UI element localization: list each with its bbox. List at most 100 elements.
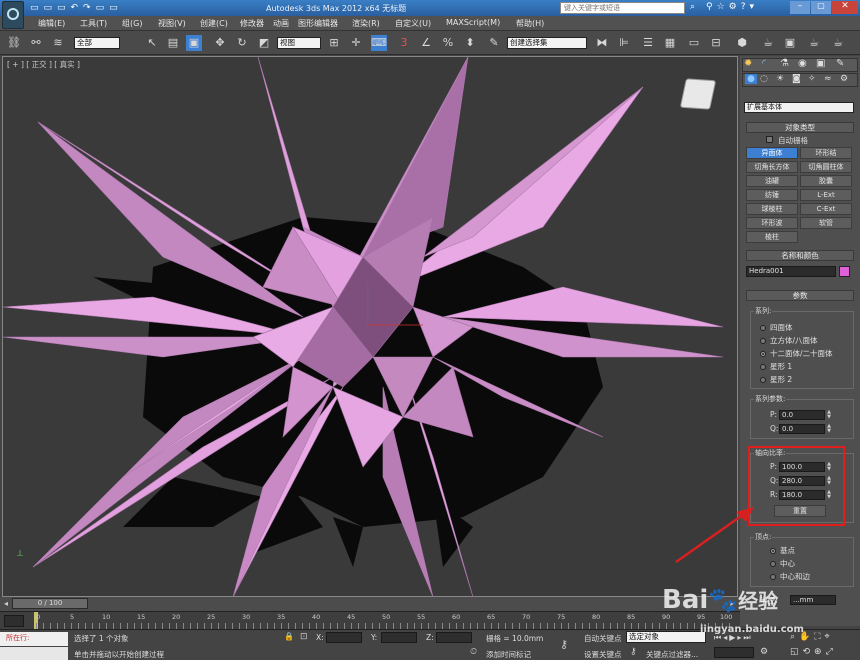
family-p-spinner[interactable]: 0.0 [779,410,825,420]
set-key-icon[interactable]: ⚷ [630,647,637,657]
graphite-icon[interactable]: ▦ [662,35,678,51]
menu-create[interactable]: 创建(C) [200,18,228,29]
link-icon[interactable]: ⛓ [6,35,22,51]
object-name-field[interactable]: Hedra001 [746,266,836,277]
menu-help[interactable]: 帮助(H) [516,18,544,29]
menu-views[interactable]: 视图(V) [158,18,186,29]
select-object-icon[interactable]: ↖ [144,35,160,51]
current-frame-field[interactable] [714,647,754,658]
help-icons[interactable]: ⚲☆⚙?▾ [706,2,758,12]
angle-snap-icon[interactable]: ∠ [418,35,434,51]
family-q-spinner[interactable]: 0.0 [779,424,825,434]
rect-selection-icon[interactable]: ▣ [186,35,202,51]
lock-icon[interactable]: 🔒 [284,632,294,641]
select-by-name-icon[interactable]: ▤ [165,35,181,51]
key-selection-combo[interactable]: 选定对象 [626,631,706,643]
track-bar-icon[interactable] [4,615,24,627]
menu-graph-editors[interactable]: 图形编辑器 [298,18,338,29]
snap-3d-icon[interactable]: 3 [396,35,412,51]
vertex-center[interactable]: 中心 [770,558,795,569]
family-cube-octa[interactable]: 立方体/八面体 [760,335,818,346]
maxscript-listener[interactable]: 所在行: [0,632,68,646]
unlink-icon[interactable]: ⚯ [28,35,44,51]
menu-maxscript[interactable]: MAXScript(M) [446,18,500,27]
viewcube-icon[interactable] [679,78,717,110]
transform-mode-icon[interactable]: ⊡ [300,632,308,642]
family-tetra[interactable]: 四面体 [760,322,793,333]
helpers-icon[interactable]: ✧ [808,74,816,84]
spacewarps-icon[interactable]: ≈ [824,74,832,84]
motion-tab-icon[interactable]: ◉ [798,58,807,69]
auto-key-button[interactable]: 自动关键点 [584,633,622,644]
menu-rendering[interactable]: 渲染(R) [352,18,380,29]
search-field[interactable]: 键入关键字或短语 [560,2,685,14]
search-icon[interactable]: ⌕ [690,2,695,12]
time-slider-track[interactable]: ◂ 0 / 100 ▸ [0,597,740,611]
lights-icon[interactable]: ☀ [776,74,784,84]
menu-animation[interactable]: 动画 [273,18,289,29]
family-star1[interactable]: 星形 1 [760,361,792,372]
spinner-arrows-icon[interactable]: ▲ ▼ [826,424,832,434]
perspective-viewport[interactable]: [ + ] [ 正交 ] [ 真实 ] ⟂ [2,56,738,597]
scale-icon[interactable]: ◩ [256,35,272,51]
render-setup-icon[interactable]: ☕ [760,35,776,51]
geometry-icon[interactable]: ● [745,74,757,84]
align-icon[interactable]: ⊫ [616,35,632,51]
family-dodec-icos[interactable]: 十二面体/二十面体 [760,348,833,359]
render-production-icon[interactable]: ☕ [806,35,822,51]
percent-snap-icon[interactable]: % [440,35,456,51]
btn-c-ext[interactable]: C-Ext [800,203,852,215]
systems-icon[interactable]: ⚙ [840,74,848,84]
autogrid-checkbox[interactable] [766,136,773,143]
time-slider-thumb[interactable]: 0 / 100 [12,598,88,609]
utilities-tab-icon[interactable]: ✎ [836,58,844,69]
move-icon[interactable]: ✥ [212,35,228,51]
btn-capsule[interactable]: 胶囊 [800,175,852,187]
keyboard-shortcut-icon[interactable]: ⌨ [371,35,387,51]
time-config-icon[interactable]: ⚙ [760,647,768,657]
z-coord-field[interactable] [436,632,472,643]
edit-named-selection-icon[interactable]: ✎ [486,35,502,51]
x-coord-field[interactable] [326,632,362,643]
close-button[interactable]: ✕ [832,1,858,14]
track-bar[interactable]: 0 5 10 15 20 25 30 35 40 45 50 55 60 65 … [0,611,740,630]
pivot-icon[interactable]: ⊞ [326,35,342,51]
key-filters-button[interactable]: 关键点过滤器... [646,649,698,660]
selection-filter-combo[interactable]: 全部 [74,37,120,49]
category-dropdown[interactable]: 扩展基本体 [744,102,854,113]
maxscript-mini-listener[interactable] [0,647,68,660]
modify-tab-icon[interactable]: ◜ [762,58,766,69]
hierarchy-tab-icon[interactable]: ⚗ [780,58,789,69]
object-color-swatch[interactable] [839,266,850,277]
shapes-icon[interactable]: ◌ [760,74,768,84]
named-selection-combo[interactable]: 创建选择集 [507,37,587,49]
menu-group[interactable]: 组(G) [122,18,142,29]
vertex-basic[interactable]: 基点 [770,545,795,556]
maximize-button[interactable]: ▢ [811,1,831,14]
rotate-icon[interactable]: ↻ [234,35,250,51]
radius-spinner[interactable]: ...mm [790,595,836,605]
spinner-arrows-icon[interactable]: ▲ ▼ [826,410,832,420]
key-icon[interactable]: ⚷ [560,638,568,651]
create-tab-icon[interactable]: ✹ [744,58,752,69]
btn-prism[interactable]: 棱柱 [746,231,798,243]
viewport-nav-icons-2[interactable]: ◱⟲⊕⤢ [790,647,837,657]
select-manipulate-icon[interactable]: ✛ [348,35,364,51]
btn-torus-knot[interactable]: 环形结 [800,147,852,159]
btn-chamfer-cyl[interactable]: 切角圆柱体 [800,161,852,173]
layer-manager-icon[interactable]: ☰ [640,35,656,51]
menu-edit[interactable]: 编辑(E) [38,18,65,29]
add-time-tag[interactable]: 添加时间标记 [486,649,531,660]
btn-oiltank[interactable]: 油罐 [746,175,798,187]
render-iterative-icon[interactable]: ☕ [830,35,846,51]
btn-hose[interactable]: 软管 [800,217,852,229]
menu-customize[interactable]: 自定义(U) [395,18,431,29]
spinner-snap-icon[interactable]: ⬍ [462,35,478,51]
minimize-button[interactable]: – [790,1,810,14]
parameters-rollout-header[interactable]: 参数 [746,290,854,301]
hedra-object[interactable] [3,57,738,597]
menu-tools[interactable]: 工具(T) [80,18,107,29]
menu-modifiers[interactable]: 修改器 [240,18,264,29]
vertex-center-sides[interactable]: 中心和边 [770,571,810,582]
set-key-button[interactable]: 设置关键点 [584,649,622,660]
